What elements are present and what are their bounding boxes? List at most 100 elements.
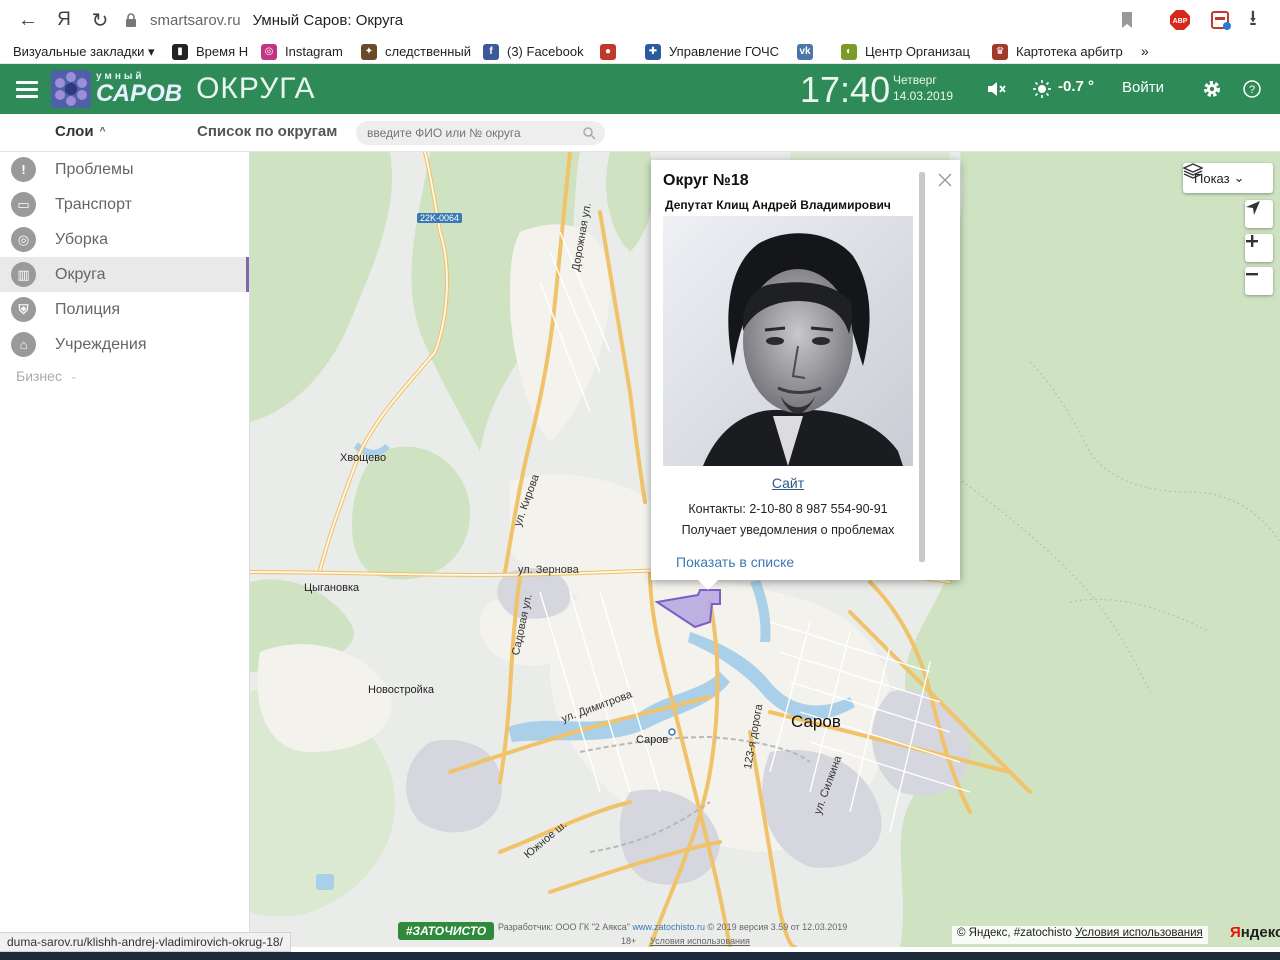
business-label: Бизнес [16, 368, 62, 384]
bookmark-item[interactable]: ✚ Управление ГОЧС [645, 43, 780, 60]
geolocation-button[interactable] [1245, 200, 1273, 228]
logo[interactable]: умный САРОВ [50, 69, 182, 109]
address-bar[interactable]: smartsarov.ru Умный Саров: Округа [124, 4, 403, 36]
bookmark-item[interactable]: ● [600, 43, 624, 60]
sidebar-item-label: Уборка [55, 230, 109, 248]
calendar-extension-icon[interactable] [1209, 8, 1233, 32]
place-label: Саров [636, 734, 669, 746]
sidebar-item-label: Округа [55, 265, 106, 283]
lock-icon [126, 13, 136, 27]
street-label: ул. Зернова [518, 564, 579, 576]
building-icon: ⌂ [11, 332, 36, 357]
city-label: Саров [791, 712, 841, 731]
shield-icon: ⛨ [11, 297, 36, 322]
bookmark-label: (3) Facebook [507, 44, 584, 59]
os-taskbar [0, 952, 1280, 960]
chevron-down-icon: ⌄ [1233, 170, 1245, 185]
map-layers-button[interactable]: Показ ⌄ [1183, 163, 1273, 193]
bookmark-item[interactable]: ✦ следственный [361, 43, 472, 60]
center-icon: ◐ [841, 43, 857, 60]
sidebar-item[interactable]: ⌂ Учреждения [0, 327, 249, 362]
weekday: Четверг [893, 73, 937, 87]
login-button[interactable]: Войти [1122, 79, 1164, 96]
bookmark-item[interactable]: Визуальные закладки ▾ [13, 44, 155, 60]
svg-text:ABP: ABP [1173, 18, 1188, 25]
close-icon[interactable] [937, 172, 953, 188]
zatochisto-badge[interactable]: #ЗАТОЧИСТО [398, 922, 494, 940]
sidebar-item[interactable]: ◎ Уборка [0, 222, 249, 257]
bookmark-label: Визуальные закладки ▾ [13, 43, 155, 59]
logo-emblem-icon [51, 70, 91, 108]
back-button[interactable]: ← [10, 2, 46, 38]
search-input[interactable] [356, 121, 605, 145]
reload-button[interactable]: ↻ [82, 2, 118, 38]
sub-header: Слои ^ Список по округам [0, 114, 1280, 152]
adblock-icon[interactable]: ABP [1168, 8, 1192, 32]
bookmark-item[interactable]: ♛ Картотека арбитр [992, 43, 1123, 60]
yandex-logo[interactable]: Яндекс [1230, 924, 1280, 941]
yandex-copyright: © Яндекс, #zatochisto [957, 927, 1072, 939]
terms-link-small[interactable]: Условия использования [650, 936, 750, 946]
exclamation-icon: ! [11, 157, 36, 182]
facebook-icon: f [483, 43, 499, 60]
developer-credit: Разработчик: ООО ГК "2 Аякса" www.zatoch… [498, 922, 847, 932]
district-popup: Округ №18 Депутат Клищ Андрей Владимиров… [651, 160, 960, 580]
bookmark-item[interactable]: f (3) Facebook [483, 43, 584, 60]
chevron-down-icon: ⌄ [69, 370, 78, 381]
vk-icon: vk [797, 43, 813, 60]
bus-icon: ▭ [11, 192, 36, 217]
address-domain: smartsarov.ru [150, 11, 241, 29]
date: 14.03.2019 [893, 89, 954, 103]
bookmarks-bar: Визуальные закладки ▾ ▮ Время Н ◎ Instagram ✦… [0, 40, 1280, 64]
deputy-photo [663, 216, 913, 466]
place-label: Цыгановка [304, 582, 360, 594]
emblem-icon: ✦ [361, 43, 377, 60]
bookmarks-more[interactable]: » [1141, 43, 1149, 59]
bookmark-item[interactable]: ▮ Время Н [172, 43, 248, 60]
layers-icon [1183, 163, 1203, 179]
sidebar-item[interactable]: ! Проблемы [0, 152, 249, 187]
bookmark-label: следственный [385, 44, 472, 59]
sidebar-item-label: Транспорт [55, 195, 132, 213]
show-in-list-link[interactable]: Показать в списке [676, 554, 794, 570]
back-arrow-icon: ← [18, 8, 38, 31]
clock: 17:40 [800, 69, 891, 110]
bookmark-label: Управление ГОЧС [669, 44, 780, 59]
zoom-out-button[interactable] [1245, 267, 1273, 295]
help-icon[interactable]: ? [1240, 77, 1264, 101]
gear-icon[interactable] [1200, 77, 1224, 101]
layers-toggle[interactable]: Слои ^ [55, 123, 105, 140]
sidebar-item[interactable]: ⛨ Полиция [0, 292, 249, 327]
popup-pointer [698, 580, 718, 590]
menu-icon[interactable] [16, 80, 38, 98]
place-label: Хвощево [340, 452, 387, 464]
age-rating: 18+ [621, 936, 637, 946]
book-icon: ▥ [11, 262, 36, 287]
bookmark-item[interactable]: ◎ Instagram [261, 43, 343, 60]
sidebar-item[interactable]: ▥ Округа [0, 257, 249, 292]
bookmark-item[interactable]: ◐ Центр Организац [841, 43, 970, 60]
section-title: ОКРУГА [196, 72, 316, 105]
instagram-icon: ◎ [261, 43, 277, 60]
deputy-site-link[interactable]: Сайт [651, 475, 925, 491]
zoom-in-button[interactable] [1245, 234, 1273, 262]
locate-arrow-icon [1246, 201, 1260, 215]
developer-link[interactable]: www.zatochisto.ru [632, 922, 705, 932]
download-icon[interactable]: ⭳ [1241, 5, 1265, 32]
bookmark-flag-icon[interactable] [1119, 11, 1135, 29]
mute-icon[interactable] [985, 77, 1009, 101]
bookmark-label: Центр Организац [865, 44, 970, 59]
browser-toolbar: ← Я ↻ smartsarov.ru Умный Саров: Округа … [0, 0, 1280, 40]
version-text: © 2019 версия 3.59 от 12.03.2019 [707, 922, 848, 932]
opera-icon: ● [600, 43, 616, 60]
sidebar-business-toggle[interactable]: Бизнес ⌄ [16, 368, 249, 384]
district-list-link[interactable]: Список по округам [197, 123, 337, 140]
bookmark-label: Instagram [285, 44, 343, 59]
yandex-terms-link[interactable]: Условия использования [1075, 927, 1203, 939]
deputy-name: Депутат Клищ Андрей Владимирович [665, 198, 891, 212]
bookmark-item[interactable]: vk [797, 43, 821, 60]
yandex-home-button[interactable]: Я [46, 2, 82, 38]
sidebar-item[interactable]: ▭ Транспорт [0, 187, 249, 222]
search-icon[interactable] [582, 126, 596, 140]
popup-scrollbar[interactable] [919, 172, 925, 562]
